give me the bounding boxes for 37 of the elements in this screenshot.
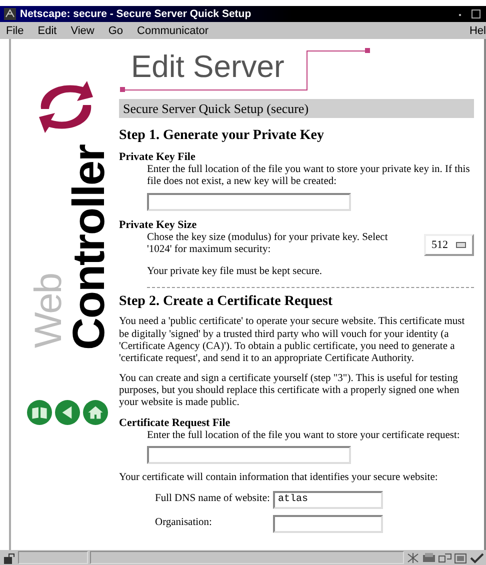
app-icon bbox=[4, 8, 16, 20]
field-label: Private Key File bbox=[119, 150, 196, 164]
field-description: Enter the full location of the file you want to store your certificate request: bbox=[147, 430, 461, 442]
input-field[interactable]: atlas bbox=[273, 490, 383, 509]
note-text: Your private key file must be kept secure. bbox=[147, 266, 324, 279]
field-description: Chose the key size (modulus) for your private key. Select '1024' for maximum security: bbox=[147, 232, 389, 256]
field-label: Organisation: bbox=[155, 517, 213, 530]
field-label: Private Key Size bbox=[119, 218, 198, 232]
status-panel bbox=[18, 551, 88, 564]
check-icon[interactable] bbox=[470, 552, 484, 564]
lock-icon bbox=[2, 552, 16, 564]
input-field[interactable] bbox=[273, 514, 383, 533]
menu-item[interactable]: File bbox=[6, 24, 24, 36]
dropdown-icon bbox=[456, 242, 466, 248]
field-label: Full DNS name of website: bbox=[155, 493, 267, 506]
page-banner: Secure Server Quick Setup (secure) bbox=[119, 99, 474, 118]
menu-item[interactable]: Hel bbox=[469, 24, 486, 36]
input-field[interactable] bbox=[147, 192, 351, 211]
paragraph: You need a 'public certificate' to operate your secure website. This certificate must be digitally 'signed' by a trusted third party who will vouch for your identity (a 'Certificate Agency (CA)'). To obtain a public certificate, you need to generate a 'certificate request', and send it to an appropriate Certificate Authority. bbox=[119, 316, 466, 366]
step-heading: Step 2. Create a Certificate Request bbox=[119, 294, 334, 310]
step-heading: Step 1. Generate your Private Key bbox=[119, 128, 326, 145]
book-icon[interactable] bbox=[26, 400, 52, 425]
menu-item[interactable]: Communicator bbox=[137, 24, 209, 36]
maximize-icon[interactable] bbox=[470, 8, 482, 20]
field-description: Enter the full location of the file you want to store your private key in. If this file does not exist, a new key will be created: bbox=[147, 164, 471, 189]
field-label: Certificate Request File bbox=[119, 416, 232, 430]
menu-item[interactable]: Go bbox=[108, 24, 124, 36]
menu-item[interactable]: View bbox=[70, 24, 94, 36]
page-title: Edit Server bbox=[131, 51, 284, 82]
paragraph: You can create and sign a certificate yourself (step "3"). This is useful for testing purposes, but you should replace this certificate with a properly signed one when your website is made public. bbox=[119, 372, 460, 410]
input-field[interactable] bbox=[147, 446, 351, 464]
home-icon[interactable] bbox=[82, 400, 108, 425]
menu-item[interactable]: Edit bbox=[38, 24, 57, 36]
window-title: Netscape: secure - Secure Server Quick Setup bbox=[20, 8, 252, 20]
back-icon[interactable] bbox=[54, 400, 80, 425]
key-size-select[interactable]: 512 bbox=[424, 234, 474, 256]
note-text: Your certificate will contain information that identifies your secure website: bbox=[119, 472, 439, 485]
